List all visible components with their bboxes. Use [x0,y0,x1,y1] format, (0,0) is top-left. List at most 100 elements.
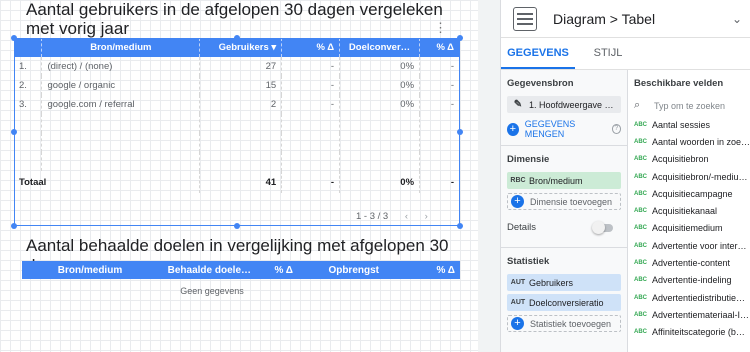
field-item[interactable]: ABC Affiniteitscategorie (b… [628,324,750,341]
col-delta2[interactable]: % Δ [384,261,460,279]
field-name: Acquisitiecampagne [652,188,733,199]
details-label: Details [507,222,537,233]
col-goals[interactable]: Behaalde doele… [158,261,256,279]
row-goal: 0% [339,57,421,76]
field-item[interactable]: ABC Acquisitiebron/-mediu… [628,168,750,185]
total-delta2: - [419,171,460,193]
more-options-icon[interactable]: ⋮ [434,20,447,36]
text-type-icon: ABC [634,329,647,336]
field-name: Advertentiemateriaal-I… [652,309,750,320]
field-name: Acquisitiebron/-mediu… [652,171,748,182]
panel-breadcrumb: Diagram > Tabel [553,10,656,27]
resize-handle[interactable] [457,35,463,41]
goals-table[interactable]: Bron/medium Behaalde doele… % Δ Opbrengs… [22,261,460,279]
field-item[interactable]: ABC Acquisitiebron [628,151,750,168]
details-toggle[interactable] [592,220,613,234]
add-dimension-button[interactable]: + Dimensie toevoegen [507,193,621,210]
text-type-icon: ABC [634,311,647,318]
field-name: Advertentie-indeling [652,275,732,286]
field-item[interactable]: ABC Advertentie-indeling [628,272,750,289]
text-type-icon: ABC [634,190,647,197]
table-row[interactable]: 1. (direct) / (none) 27 - 0% - [14,57,460,76]
field-item[interactable]: ABC Acquisitiecampagne [628,185,750,202]
prev-page-icon[interactable]: ‹ [405,211,408,222]
chart1-title[interactable]: Aantal gebruikers in de afgelopen 30 dag… [26,0,456,38]
add-metric-label: Statistiek toevoegen [530,318,612,329]
next-page-icon[interactable]: › [425,211,428,222]
resize-handle[interactable] [234,35,240,41]
text-type-icon: ABC [634,156,647,163]
field-item[interactable]: ABC Advertentie-content [628,254,750,271]
field-search-placeholder[interactable]: Typ om te zoeken [654,101,725,111]
panel-tabs: GEGEVENS STIJL [501,38,750,70]
resize-handle[interactable] [11,223,17,229]
field-item[interactable]: ABC Aantal sessies [628,116,750,133]
table-row[interactable]: 3. google.com / referral 2 - 0% - [14,95,460,114]
resize-handle[interactable] [457,129,463,135]
available-fields-column: Beschikbare velden ⌕ Typ om te zoeken AB… [628,70,750,352]
total-row: Totaal 41 - 0% - [14,171,460,193]
text-type-icon: ABC [634,138,647,145]
field-item[interactable]: ABC Acquisitiemedium [628,220,750,237]
help-icon[interactable]: ? [611,124,622,134]
field-name: Advertentie voor inter… [652,240,747,251]
resize-handle[interactable] [11,129,17,135]
plus-icon: + [507,122,519,136]
empty-row [14,152,460,171]
blend-data-button[interactable]: + GEGEVENS MENGEN ? [507,119,622,139]
col-delta1[interactable]: % Δ [256,261,298,279]
dimension-name: Bron/medium [529,175,583,186]
col-revenue[interactable]: Opbrengst [298,261,384,279]
panel-header: Diagram > Tabel ⌄ [501,0,750,38]
report-canvas[interactable]: Aantal gebruikers in de afgelopen 30 dag… [0,0,478,352]
details-row: Details [501,214,627,241]
chevron-down-icon[interactable]: ⌄ [732,12,742,26]
tab-data[interactable]: GEGEVENS [501,38,575,69]
total-delta1: - [281,171,341,193]
text-type-icon: ABC [634,208,647,215]
row-index: 2. [14,76,43,95]
field-list: ABC Aantal sessies ABC Aantal woorden in z… [628,116,750,341]
text-type-icon: ABC [634,277,647,284]
empty-row [14,133,460,152]
row-index: 1. [14,57,43,76]
col-delta2[interactable]: % Δ [419,38,460,57]
search-icon: ⌕ [634,99,641,111]
pencil-icon[interactable]: ✎ [507,99,529,110]
table-chart-icon[interactable] [513,6,537,31]
text-type-icon: ABC [634,242,647,249]
resize-handle[interactable] [11,35,17,41]
source-section-label: Gegevensbron [507,78,574,89]
add-metric-button[interactable]: + Statistiek toevoegen [507,315,621,332]
col-source[interactable]: Bron/medium [22,261,158,279]
field-name: Advertentiedistributie… [652,292,746,303]
plus-icon: + [511,317,524,330]
row-delta1: - [281,76,341,95]
dimension-chip[interactable]: RBC Bron/medium [507,172,621,189]
col-delta1[interactable]: % Δ [281,38,341,57]
col-goal[interactable]: Doelconver… [339,38,421,57]
data-source-chip[interactable]: ✎ 1. Hoofdweergave … [507,96,621,113]
row-delta1: - [281,57,341,76]
field-item[interactable]: ABC Advertentiemateriaal-I… [628,306,750,323]
tab-style[interactable]: STIJL [575,38,641,69]
metric-chip[interactable]: AUT Doelconversieratio [507,294,621,311]
users-table[interactable]: Bron/medium Gebruikers ▾ % Δ Doelconver…… [14,38,460,193]
row-delta2: - [419,76,460,95]
row-users: 27 [199,57,283,76]
field-item[interactable]: ABC Aantal woorden in zoe… [628,133,750,150]
row-source: google.com / referral [41,95,201,114]
resize-handle[interactable] [457,223,463,229]
col-source[interactable]: Bron/medium [41,38,201,57]
field-item[interactable]: ABC Advertentiedistributie… [628,289,750,306]
metric-chip[interactable]: AUT Gebruikers [507,274,621,291]
metric-name: Doelconversieratio [529,297,604,308]
table-row[interactable]: 2. google / organic 15 - 0% - [14,76,460,95]
field-item[interactable]: ABC Advertentie voor inter… [628,237,750,254]
field-name: Advertentie-content [652,258,731,269]
col-users[interactable]: Gebruikers ▾ [199,38,283,57]
resize-handle[interactable] [234,223,240,229]
sort-down-icon[interactable]: ▾ [271,42,276,53]
field-search[interactable]: ⌕ Typ om te zoeken [628,95,750,116]
field-item[interactable]: ABC Acquisitiekanaal [628,202,750,219]
